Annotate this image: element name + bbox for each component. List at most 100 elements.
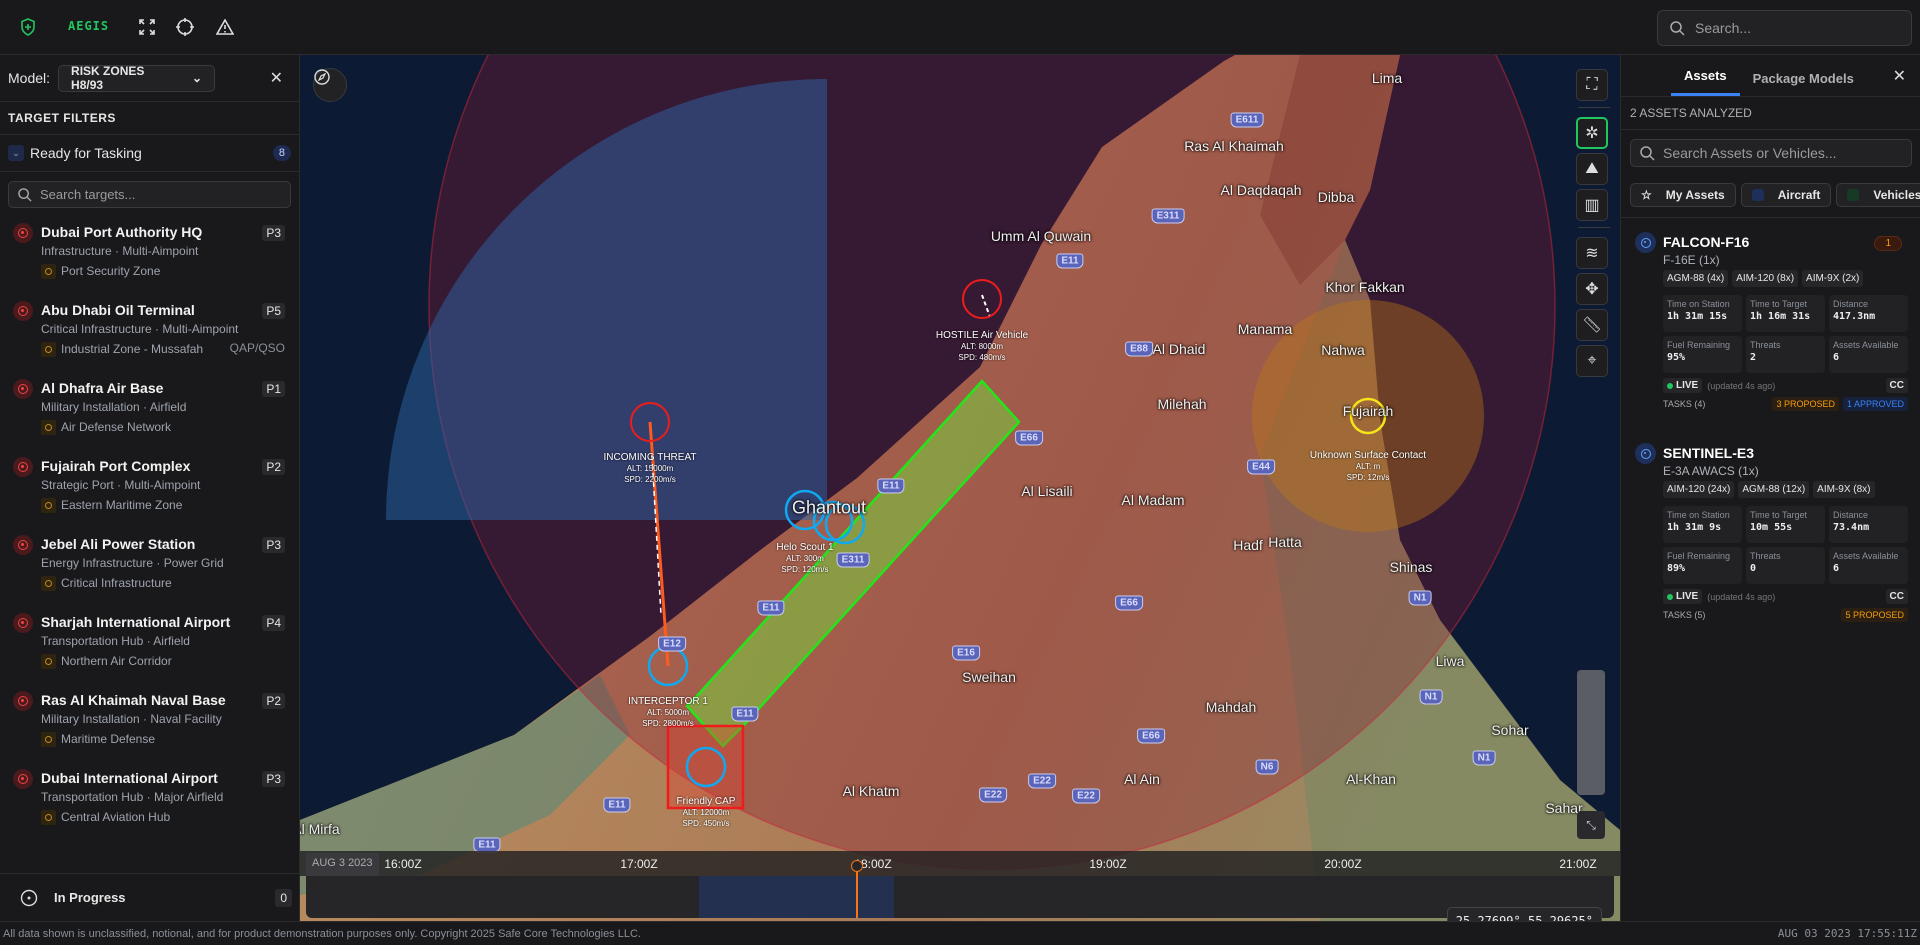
city-label: Nahwa [1321, 342, 1365, 358]
map-layer-button[interactable]: ▥ [1576, 189, 1608, 221]
terrain-layer-button[interactable]: ⛰ [1576, 153, 1608, 185]
target-item[interactable]: Al Dhafra Air Base Military Installation… [0, 378, 299, 456]
weapon-tag: AGM-88 (12x) [1738, 481, 1809, 498]
compass-button[interactable] [313, 68, 347, 102]
city-label: Fujairah [1343, 403, 1394, 419]
tab-assets[interactable]: Assets [1671, 68, 1740, 96]
timeline-hour-label: 21:00Z [1559, 857, 1596, 871]
filter-vehicles[interactable]: Vehicles [1836, 183, 1920, 207]
target-title: Dubai Port Authority HQ [41, 222, 299, 242]
target-item[interactable]: Sharjah International Airport Transporta… [0, 612, 299, 690]
road-shield: E311 [837, 553, 870, 568]
timeline-window[interactable] [699, 876, 894, 918]
weapon-tag: AIM-9X (2x) [1802, 270, 1863, 287]
road-shield: E44 [1247, 460, 1275, 475]
city-label: Sweihan [962, 669, 1016, 685]
tasks-count: TASKS (5) [1663, 610, 1705, 620]
chevron-down-icon: ⌄ [8, 145, 24, 161]
asset-card[interactable]: FALCON-F16 F-16E (1x) 1 AGM-88 (4x)AIM-1… [1621, 217, 1920, 411]
map-view[interactable]: LimaRas Al KhaimahAl DaqdaqahDibbaUmm Al… [300, 55, 1620, 921]
zoom-slider[interactable] [1577, 670, 1605, 795]
stat-cell: Time on Station1h 31m 9s [1663, 506, 1742, 543]
layers-button[interactable]: ≋ [1576, 237, 1608, 269]
aircraft-icon [1635, 232, 1656, 253]
target-icon [13, 535, 33, 555]
stat-cell: Threats0 [1746, 547, 1825, 584]
priority-badge: P5 [262, 303, 285, 319]
close-panel-button[interactable]: ✕ [1893, 66, 1906, 86]
fullscreen-icon: ⛶ [1586, 76, 1597, 94]
target-item[interactable]: Jebel Ali Power Station Energy Infrastru… [0, 534, 299, 612]
timeline-cursor-handle[interactable] [851, 860, 863, 872]
timeline[interactable]: AUG 3 2023 16:00Z17:00Z18:00Z19:00Z20:00… [300, 851, 1620, 921]
city-label: Al Lisaili [1021, 483, 1072, 499]
target-item[interactable]: Abu Dhabi Oil Terminal Critical Infrastr… [0, 300, 299, 378]
warning-icon[interactable] [215, 17, 235, 37]
chip-label: My Assets [1666, 188, 1725, 202]
priority-badge: P3 [262, 225, 285, 241]
star-icon: ☆ [1641, 188, 1652, 202]
map-canvas[interactable] [300, 55, 1620, 921]
expand-icon[interactable] [137, 17, 157, 37]
stat-label: Threats [1750, 551, 1821, 561]
fullscreen-button[interactable]: ⛶ [1576, 69, 1608, 101]
layers-icon: ≋ [1585, 243, 1598, 263]
collapse-button[interactable]: ⤡ [1577, 811, 1605, 839]
weapon-tag: AIM-120 (8x) [1732, 270, 1798, 287]
asset-card[interactable]: SENTINEL-E3 E-3A AWACS (1x) AIM-120 (24x… [1621, 429, 1920, 622]
stat-value: 2 [1750, 352, 1821, 363]
filter-my-assets[interactable]: ☆ My Assets [1630, 183, 1736, 207]
global-search-input[interactable]: Search... [1657, 10, 1912, 46]
track-name: Unknown Surface Contact [1310, 450, 1426, 461]
approved-badge[interactable]: 1 APPROVED [1843, 397, 1908, 411]
target-item[interactable]: Dubai International Airport Transportati… [0, 768, 299, 846]
stat-label: Time to Target [1750, 510, 1821, 520]
cc-button[interactable]: CC [1886, 378, 1908, 393]
target-panel: Model: RISK ZONES H8/93 ⌄ ✕ TARGET FILTE… [0, 55, 300, 921]
timeline-track[interactable]: 25.27699° 55.29625° [306, 876, 1614, 918]
city-label: Sohar [1491, 722, 1528, 738]
road-shield: E16 [952, 646, 980, 661]
close-panel-button[interactable]: ✕ [270, 68, 283, 88]
stat-label: Time on Station [1667, 510, 1738, 520]
proposed-badge[interactable]: 3 PROPOSED [1772, 397, 1839, 411]
road-shield: E66 [1115, 596, 1143, 611]
priority-badge: P2 [262, 459, 285, 475]
measure-button[interactable]: 📏︎ [1576, 309, 1608, 341]
road-shield: E611 [1231, 113, 1264, 128]
target-title: Fujairah Port Complex [41, 456, 299, 476]
target-title: Ras Al Khaimah Naval Base [41, 690, 299, 710]
city-label: Khor Fakkan [1325, 279, 1404, 295]
asset-search-input[interactable]: Search Assets or Vehicles... [1630, 139, 1912, 167]
target-filters-heading: TARGET FILTERS [0, 102, 299, 135]
crosshair-icon[interactable] [175, 17, 195, 37]
city-label: Hatta [1268, 534, 1301, 550]
stat-cell: Distance73.4nm [1829, 506, 1908, 543]
track-speed: SPD: 480m/s [936, 352, 1028, 363]
road-shield: N1 [1473, 751, 1496, 766]
stat-cell: Assets Available6 [1829, 336, 1908, 373]
proposed-badge[interactable]: 5 PROPOSED [1841, 608, 1908, 622]
locate-button[interactable]: ⌖ [1576, 345, 1608, 377]
target-item[interactable]: Fujairah Port Complex Strategic Port · M… [0, 456, 299, 534]
updated-time: (updated 4s ago) [1707, 592, 1775, 602]
filter-aircraft[interactable]: Aircraft [1741, 183, 1832, 207]
satellite-layer-button[interactable]: ✲ [1576, 117, 1608, 149]
tasks-count: TASKS (4) [1663, 399, 1705, 409]
city-label: Mahdah [1206, 699, 1257, 715]
target-item[interactable]: Dubai Port Authority HQ Infrastructure ·… [0, 222, 299, 300]
pan-button[interactable]: ✥ [1576, 273, 1608, 305]
in-progress-count: 0 [275, 889, 292, 907]
timeline-cursor[interactable] [856, 870, 858, 918]
ready-for-tasking-toggle[interactable]: ⌄ Ready for Tasking 8 [0, 135, 299, 172]
in-progress-section[interactable]: In Progress 0 [0, 873, 300, 921]
top-bar: AEGIS Search... [0, 0, 1920, 55]
target-title: Dubai International Airport [41, 768, 299, 788]
priority-badge: P2 [262, 693, 285, 709]
tab-package-models[interactable]: Package Models [1740, 71, 1867, 96]
target-search-input[interactable]: Search targets... [8, 181, 291, 208]
cc-button[interactable]: CC [1886, 589, 1908, 604]
model-select[interactable]: RISK ZONES H8/93 ⌄ [58, 65, 215, 92]
track-speed: SPD: 450m/s [677, 818, 736, 829]
target-item[interactable]: Ras Al Khaimah Naval Base Military Insta… [0, 690, 299, 768]
